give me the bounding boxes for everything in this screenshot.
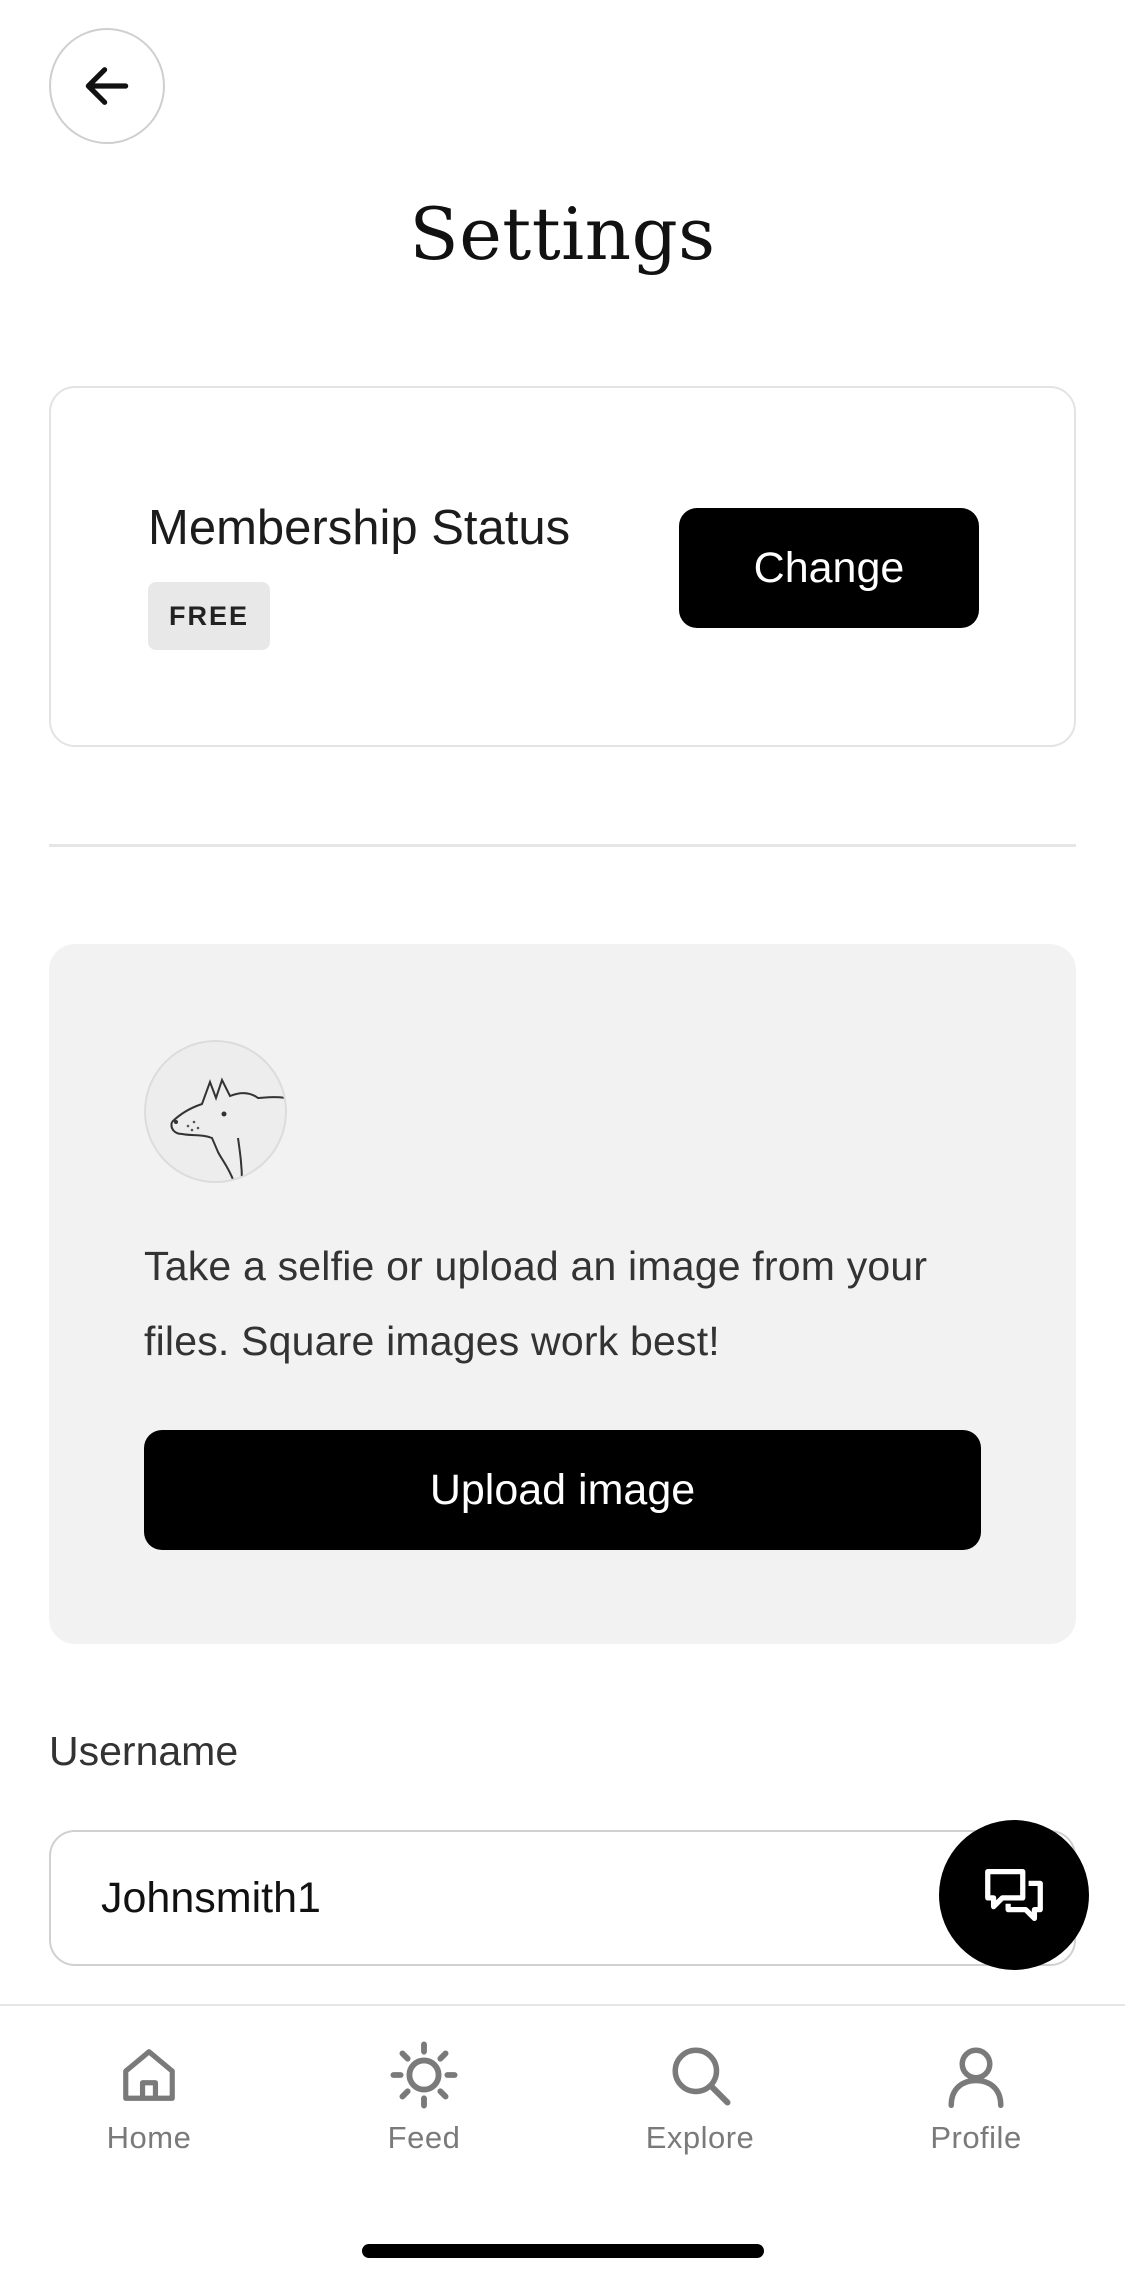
- page-title: Settings: [409, 192, 716, 276]
- chat-button[interactable]: [939, 1820, 1089, 1970]
- tab-feed-label: Feed: [387, 2120, 461, 2155]
- change-membership-button[interactable]: Change: [679, 508, 979, 628]
- membership-badge: FREE: [148, 582, 270, 650]
- section-divider: [49, 844, 1076, 847]
- tab-profile-label: Profile: [930, 2120, 1022, 2155]
- membership-status-label: Membership Status: [148, 501, 571, 555]
- profile-image-card: Take a selfie or upload an image from yo…: [49, 944, 1076, 1644]
- upload-image-button[interactable]: Upload image: [144, 1430, 981, 1550]
- upload-instructions: Take a selfie or upload an image from yo…: [144, 1243, 928, 1364]
- avatar[interactable]: [144, 1040, 287, 1183]
- username-label: Username: [49, 1728, 239, 1774]
- tab-explore-label: Explore: [645, 2120, 755, 2155]
- hyena-avatar-icon: [170, 1077, 285, 1181]
- tab-profile[interactable]: Profile: [876, 2040, 1076, 2156]
- tab-home[interactable]: Home: [49, 2040, 249, 2156]
- search-icon: [672, 2047, 731, 2106]
- tab-explore[interactable]: Explore: [600, 2040, 800, 2156]
- username-input[interactable]: Johnsmith1: [49, 1830, 1076, 1966]
- tab-feed[interactable]: Feed: [324, 2040, 524, 2156]
- back-button[interactable]: [49, 28, 165, 144]
- home-icon: [123, 2049, 175, 2101]
- membership-card: Membership Status FREE Change: [49, 386, 1076, 747]
- arrow-left-icon: [85, 67, 129, 105]
- user-icon: [948, 2047, 1004, 2108]
- settings-screen: Settings Membership Status FREE Change T…: [0, 0, 1125, 2284]
- sun-icon: [390, 2041, 458, 2109]
- chat-bubbles-icon: [985, 1869, 1043, 1921]
- bottom-tab-bar: Home Feed Explore Profile: [0, 2004, 1125, 2284]
- tab-home-label: Home: [106, 2120, 192, 2155]
- home-indicator[interactable]: [362, 2244, 764, 2258]
